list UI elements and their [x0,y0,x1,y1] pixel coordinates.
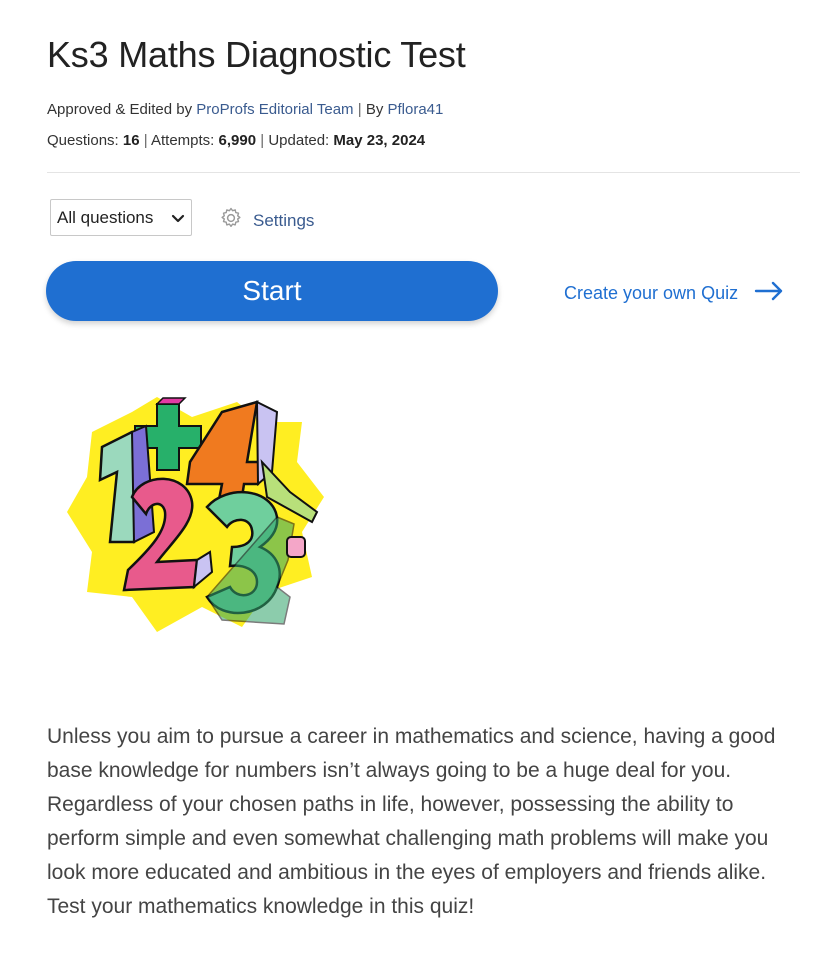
chevron-down-icon [171,210,185,230]
question-filter-select[interactable]: All questions [50,199,192,236]
settings-label: Settings [253,210,315,230]
updated-label: Updated: [268,132,330,149]
math-numbers-illustration [62,392,332,637]
separator: | [260,132,265,149]
filter-selected-value: All questions [57,207,154,227]
attempts-count: 6,990 [218,132,257,149]
questions-count: 16 [122,132,140,149]
quiz-description: Unless you aim to pursue a career in mat… [47,725,776,918]
approval-line: Approved & Edited by ProProfs Editorial … [47,101,443,118]
by-prefix: By [365,101,384,118]
attempts-label: Attempts: [151,132,215,149]
quiz-stats: Questions: 16 | Attempts: 6,990 | Update… [47,132,425,149]
questions-label: Questions: [47,132,119,149]
create-quiz-link[interactable]: Create your own Quiz [564,281,784,306]
settings-button[interactable]: Settings [219,206,314,235]
separator: | [143,132,148,149]
arrow-right-icon [754,281,784,306]
editor-link[interactable]: ProProfs Editorial Team [196,101,353,118]
separator: | [357,101,362,118]
start-button[interactable]: Start [46,261,498,321]
updated-date: May 23, 2024 [333,132,426,149]
author-link[interactable]: Pflora41 [388,101,444,118]
create-quiz-label: Create your own Quiz [564,283,739,303]
gear-icon [219,206,243,235]
divider [47,172,800,173]
approved-prefix: Approved & Edited by [47,101,193,118]
page-title: Ks3 Maths Diagnostic Test [47,34,466,75]
